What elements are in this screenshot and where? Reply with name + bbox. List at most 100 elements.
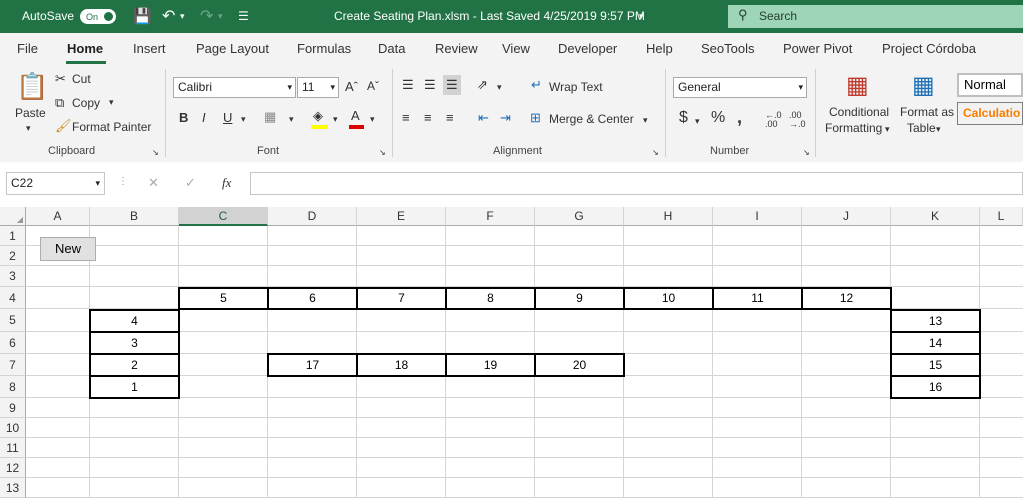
formula-input[interactable] bbox=[250, 172, 1023, 195]
decrease-decimal-icon[interactable]: .00 →.0 bbox=[789, 111, 806, 129]
column-header-k[interactable]: K bbox=[891, 207, 980, 226]
seat-cell[interactable]: 16 bbox=[890, 375, 981, 399]
cancel-entry-icon[interactable]: ✕ bbox=[148, 175, 159, 191]
increase-font-icon[interactable]: Aˆ bbox=[345, 79, 358, 94]
wrap-text-icon[interactable]: ↵ bbox=[531, 77, 542, 93]
new-button[interactable]: New bbox=[40, 237, 96, 261]
column-header-e[interactable]: E bbox=[357, 207, 446, 226]
column-header-l[interactable]: L bbox=[980, 207, 1023, 226]
row-header-7[interactable]: 7 bbox=[0, 354, 26, 376]
italic-icon[interactable]: I bbox=[202, 110, 206, 125]
insert-function-icon[interactable]: fx bbox=[222, 175, 231, 191]
number-launcher-icon[interactable]: ↘ bbox=[803, 148, 810, 157]
conditional-formatting-label-2[interactable]: Formatting bbox=[825, 121, 882, 135]
orientation-dropdown-icon[interactable]: ▾ bbox=[497, 82, 502, 93]
paste-label[interactable]: Paste bbox=[15, 106, 46, 120]
column-header-b[interactable]: B bbox=[90, 207, 179, 226]
seat-cell[interactable]: 20 bbox=[534, 353, 625, 377]
seat-cell[interactable]: 11 bbox=[712, 287, 803, 310]
tab-developer[interactable]: Developer bbox=[558, 41, 617, 56]
copy-dropdown-icon[interactable]: ▾ bbox=[109, 97, 114, 108]
row-header-9[interactable]: 9 bbox=[0, 398, 26, 418]
align-top-icon[interactable]: ☰ bbox=[402, 77, 414, 93]
tab-project-cordoba[interactable]: Project Córdoba bbox=[882, 41, 976, 56]
decrease-font-icon[interactable]: Aˇ bbox=[367, 79, 379, 93]
row-header-11[interactable]: 11 bbox=[0, 438, 26, 458]
tab-seotools[interactable]: SeoTools bbox=[701, 41, 754, 56]
orientation-icon[interactable]: ⇗ bbox=[477, 77, 488, 93]
row-header-8[interactable]: 8 bbox=[0, 376, 26, 398]
seat-cell[interactable]: 13 bbox=[890, 309, 981, 333]
merge-center-label[interactable]: Merge & Center bbox=[549, 112, 634, 126]
seat-cell[interactable]: 4 bbox=[89, 309, 180, 333]
tab-view[interactable]: View bbox=[502, 41, 530, 56]
seat-cell[interactable]: 10 bbox=[623, 287, 714, 310]
decrease-indent-icon[interactable]: ⇤ bbox=[478, 110, 489, 126]
clipboard-launcher-icon[interactable]: ↘ bbox=[152, 148, 159, 157]
seat-cell[interactable]: 7 bbox=[356, 287, 447, 310]
format-as-table-label-2[interactable]: Table bbox=[907, 121, 936, 135]
row-header-13[interactable]: 13 bbox=[0, 478, 26, 498]
increase-indent-icon[interactable]: ⇥ bbox=[500, 110, 511, 126]
tab-help[interactable]: Help bbox=[646, 41, 673, 56]
bold-icon[interactable]: B bbox=[179, 110, 188, 125]
tab-formulas[interactable]: Formulas bbox=[297, 41, 351, 56]
align-bottom-icon[interactable]: ☰ bbox=[443, 75, 461, 95]
seat-cell[interactable]: 6 bbox=[267, 287, 358, 310]
fill-dropdown-icon[interactable]: ▾ bbox=[333, 114, 338, 125]
merge-center-icon[interactable]: ⊞ bbox=[530, 110, 541, 126]
format-as-table-label-1[interactable]: Format as bbox=[900, 105, 954, 119]
font-launcher-icon[interactable]: ↘ bbox=[379, 148, 386, 157]
tab-home[interactable]: Home bbox=[67, 41, 103, 56]
save-icon[interactable]: 💾 bbox=[133, 0, 152, 33]
align-center-icon[interactable]: ≡ bbox=[424, 110, 432, 125]
select-all-corner[interactable]: ◢ bbox=[0, 207, 26, 226]
search-box[interactable]: ⚲ Search bbox=[728, 5, 1023, 28]
currency-icon[interactable]: $ bbox=[679, 109, 688, 127]
row-header-12[interactable]: 12 bbox=[0, 458, 26, 478]
font-color-dropdown-icon[interactable]: ▾ bbox=[370, 114, 375, 125]
underline-dropdown-icon[interactable]: ▾ bbox=[241, 114, 246, 125]
borders-dropdown-icon[interactable]: ▾ bbox=[289, 114, 294, 125]
style-normal[interactable]: Normal bbox=[957, 73, 1023, 97]
title-dropdown-icon[interactable]: ▾ bbox=[639, 0, 644, 33]
format-painter-label[interactable]: Format Painter bbox=[72, 120, 151, 134]
seat-cell[interactable]: 2 bbox=[89, 353, 180, 377]
font-size-select[interactable]: 11 ▾ bbox=[297, 77, 339, 98]
currency-dropdown-icon[interactable]: ▾ bbox=[695, 116, 700, 127]
tab-insert[interactable]: Insert bbox=[133, 41, 166, 56]
conditional-formatting-icon[interactable]: ▦ bbox=[846, 71, 869, 100]
conditional-formatting-dropdown-icon[interactable]: ▾ bbox=[885, 124, 890, 135]
row-header-10[interactable]: 10 bbox=[0, 418, 26, 438]
copy-label[interactable]: Copy bbox=[72, 96, 100, 110]
font-color-icon[interactable]: A bbox=[351, 108, 360, 123]
confirm-entry-icon[interactable]: ✓ bbox=[185, 175, 196, 191]
underline-icon[interactable]: U bbox=[223, 110, 232, 125]
column-header-g[interactable]: G bbox=[535, 207, 624, 226]
file-title[interactable]: Create Seating Plan.xlsm - Last Saved 4/… bbox=[334, 0, 645, 33]
column-header-h[interactable]: H bbox=[624, 207, 713, 226]
customize-qat-icon[interactable]: ☰ bbox=[238, 0, 249, 33]
undo-icon[interactable]: ↶ bbox=[162, 0, 175, 33]
tab-data[interactable]: Data bbox=[378, 41, 405, 56]
increase-decimal-icon[interactable]: ←.0.00 bbox=[765, 111, 782, 129]
name-box[interactable]: C22 ▾ bbox=[6, 172, 105, 195]
seat-cell[interactable]: 15 bbox=[890, 353, 981, 377]
tab-page-layout[interactable]: Page Layout bbox=[196, 41, 269, 56]
seat-cell[interactable]: 17 bbox=[267, 353, 358, 377]
align-left-icon[interactable]: ≡ bbox=[402, 110, 410, 125]
align-middle-icon[interactable]: ☰ bbox=[424, 77, 436, 93]
undo-dropdown-icon[interactable]: ▾ bbox=[180, 0, 185, 33]
tab-review[interactable]: Review bbox=[435, 41, 478, 56]
column-header-j[interactable]: J bbox=[802, 207, 891, 226]
autosave-toggle[interactable]: On bbox=[80, 9, 116, 24]
conditional-formatting-label-1[interactable]: Conditional bbox=[829, 105, 889, 119]
number-format-select[interactable]: General ▾ bbox=[673, 77, 807, 98]
row-header-6[interactable]: 6 bbox=[0, 332, 26, 354]
spreadsheet-grid[interactable]: ◢ A B C D E F G H I J K L 1 2 3 4 5 6 7 … bbox=[0, 207, 1023, 498]
format-as-table-dropdown-icon[interactable]: ▾ bbox=[936, 124, 941, 135]
comma-icon[interactable]: , bbox=[737, 107, 742, 128]
seat-cell[interactable]: 9 bbox=[534, 287, 625, 310]
row-header-5[interactable]: 5 bbox=[0, 309, 26, 332]
row-header-2[interactable]: 2 bbox=[0, 246, 26, 266]
